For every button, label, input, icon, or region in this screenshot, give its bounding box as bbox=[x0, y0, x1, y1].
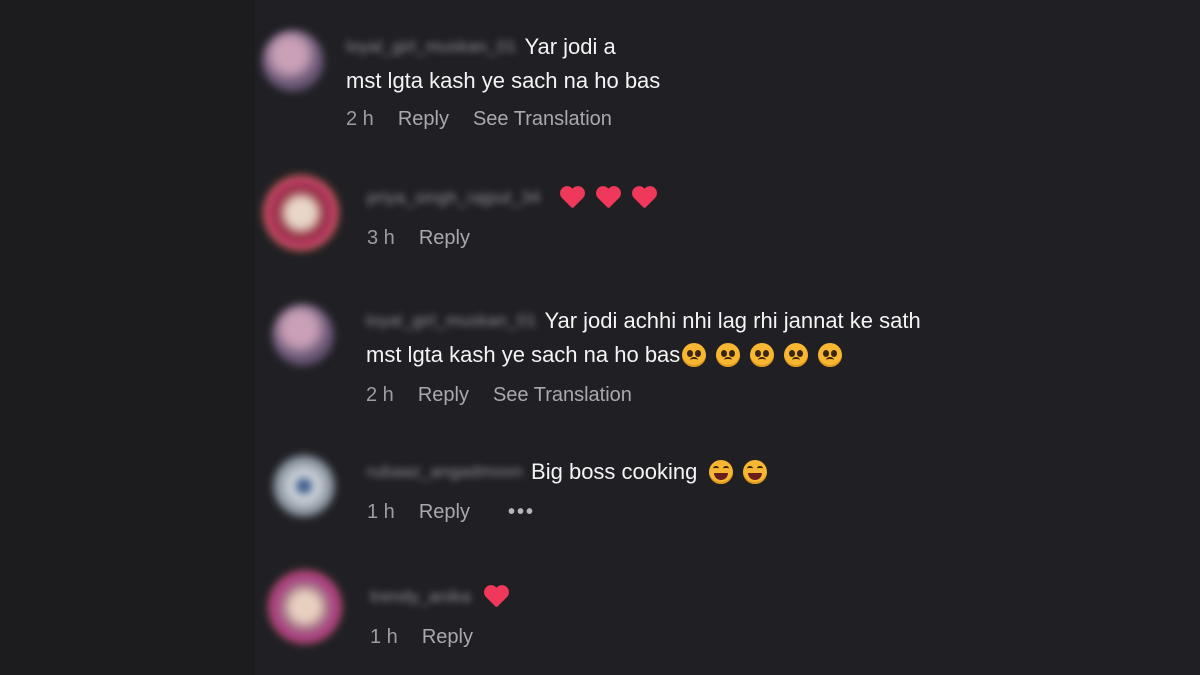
comment-meta: 1 h Reply bbox=[370, 626, 509, 649]
comment-item: loyal_girl_muskan_01 Yar jodi a mst lgta… bbox=[262, 30, 712, 131]
reply-button[interactable]: Reply bbox=[419, 227, 470, 250]
comment-meta: 2 h Reply See Translation bbox=[366, 384, 921, 407]
heart-icon bbox=[483, 584, 509, 610]
timestamp: 2 h bbox=[366, 384, 394, 406]
timestamp: 1 h bbox=[370, 626, 398, 648]
comment-item: loyal_girl_muskan_01 Yar jodi achhi nhi … bbox=[272, 304, 921, 407]
comment-text: Yar jodi achhi nhi lag rhi jannat ke sat… bbox=[544, 308, 921, 333]
username[interactable]: trendy_anika bbox=[370, 580, 471, 614]
comment-line: mst lgta kash ye sach na ho bas bbox=[366, 338, 921, 372]
reply-button[interactable]: Reply bbox=[398, 108, 449, 131]
heart-icon bbox=[559, 185, 585, 211]
timestamp: 3 h bbox=[367, 227, 395, 249]
reply-button[interactable]: Reply bbox=[419, 501, 470, 524]
laughing-face-icon bbox=[709, 460, 734, 484]
comment-text: mst lgta kash ye sach na ho bas bbox=[346, 68, 661, 93]
timestamp: 2 h bbox=[346, 108, 374, 130]
comment-line: loyal_girl_muskan_01 Yar jodi a bbox=[346, 30, 712, 64]
username[interactable]: priya_singh_rajput_34 bbox=[367, 181, 541, 215]
comment-meta: 1 h Reply ••• bbox=[367, 501, 767, 524]
avatar[interactable] bbox=[272, 304, 334, 366]
comment-line: loyal_girl_muskan_01 Yar jodi achhi nhi … bbox=[366, 304, 921, 338]
left-panel bbox=[0, 0, 255, 675]
laughing-face-icon bbox=[743, 460, 768, 484]
pleading-face-icon bbox=[682, 343, 707, 367]
username[interactable]: loyal_girl_muskan_01 bbox=[366, 304, 536, 338]
pleading-face-icon bbox=[818, 343, 843, 367]
comment-meta: 3 h Reply bbox=[367, 227, 657, 250]
more-options-icon[interactable]: ••• bbox=[508, 501, 535, 524]
comment-line: rubaaz_angadmoon Big boss cooking bbox=[367, 455, 768, 489]
comment-line: trendy_anika bbox=[370, 580, 509, 614]
timestamp: 1 h bbox=[367, 501, 395, 523]
comment-item: priya_singh_rajput_34 3 h Reply bbox=[263, 175, 657, 251]
reply-button[interactable]: Reply bbox=[422, 626, 473, 649]
comments-screen: loyal_girl_muskan_01 Yar jodi a mst lgta… bbox=[0, 0, 1200, 675]
see-translation-button[interactable]: See Translation bbox=[473, 108, 612, 131]
comment-text: mst lgta kash ye sach na ho bas bbox=[366, 342, 681, 367]
pleading-face-icon bbox=[750, 343, 775, 367]
avatar[interactable] bbox=[268, 570, 342, 644]
pleading-face-icon bbox=[716, 343, 741, 367]
username[interactable]: rubaaz_angadmoon bbox=[367, 455, 523, 489]
pleading-face-icon bbox=[784, 343, 809, 367]
reply-button[interactable]: Reply bbox=[418, 384, 469, 407]
comment-text: Yar jodi a bbox=[524, 34, 616, 59]
comment-line: priya_singh_rajput_34 bbox=[367, 181, 657, 215]
comment-item: trendy_anika 1 h Reply bbox=[268, 570, 509, 649]
heart-icon bbox=[631, 185, 657, 211]
comment-text: Big boss cooking bbox=[531, 459, 698, 484]
comment-line: mst lgta kash ye sach na ho bas bbox=[346, 64, 712, 98]
avatar[interactable] bbox=[273, 455, 335, 517]
comment-item: rubaaz_angadmoon Big boss cooking 1 h Re… bbox=[273, 455, 768, 524]
username[interactable]: loyal_girl_muskan_01 bbox=[346, 30, 516, 64]
heart-icon bbox=[595, 185, 621, 211]
comment-meta: 2 h Reply See Translation bbox=[346, 108, 712, 131]
avatar[interactable] bbox=[262, 30, 324, 92]
avatar[interactable] bbox=[263, 175, 339, 251]
see-translation-button[interactable]: See Translation bbox=[493, 384, 632, 407]
